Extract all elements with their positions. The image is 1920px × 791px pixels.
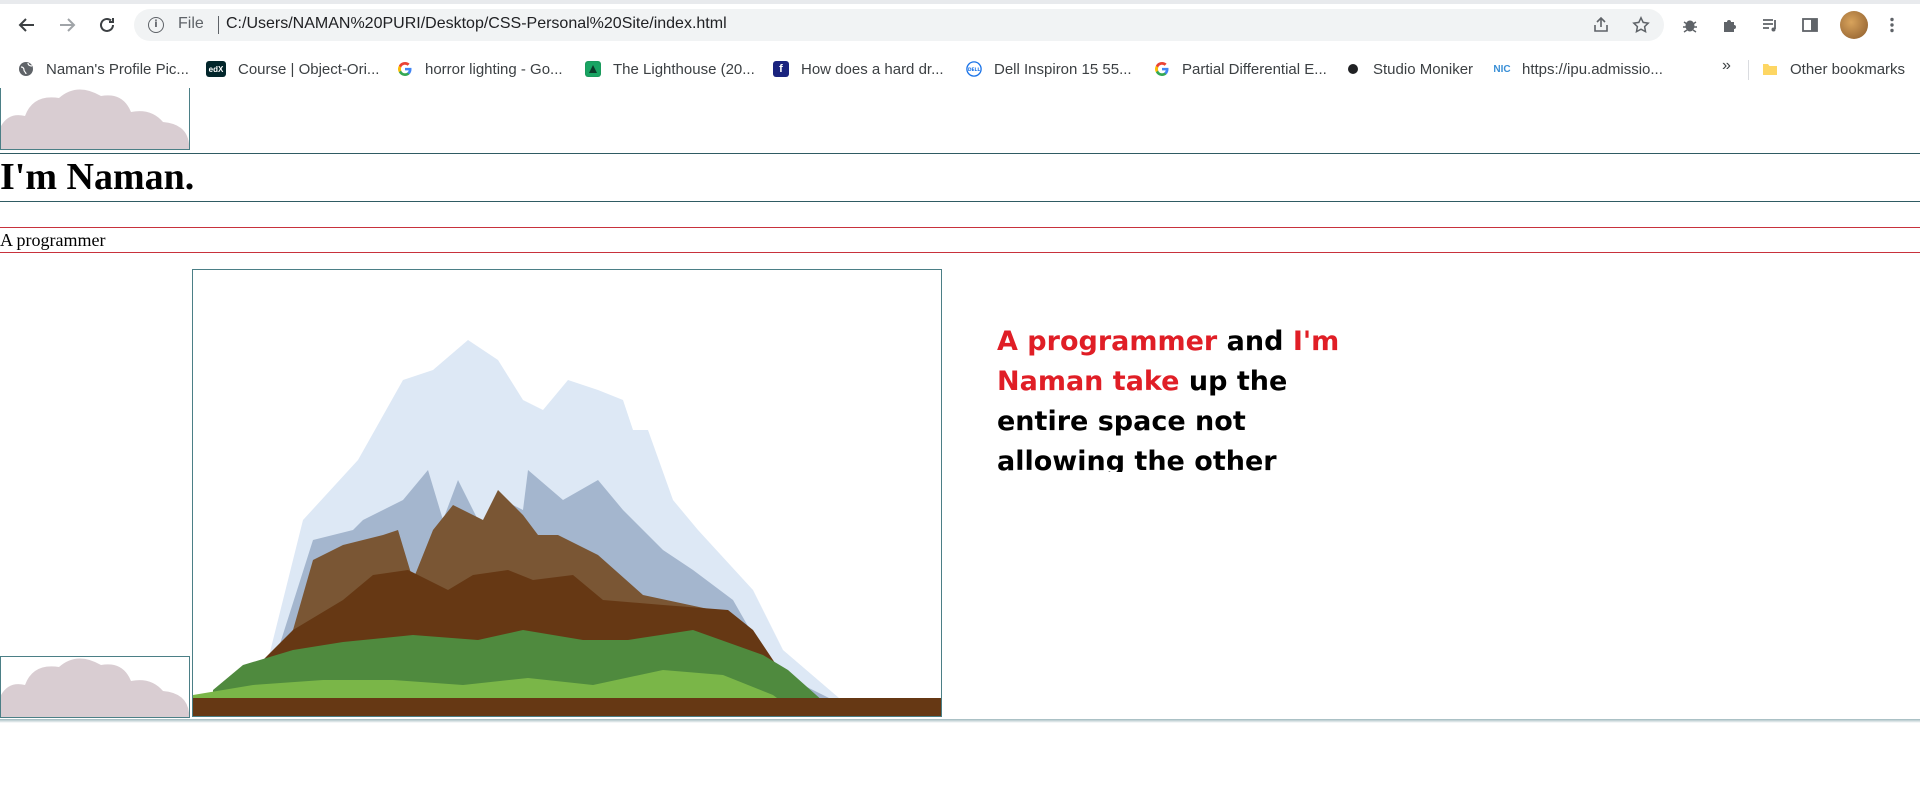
bookmark-item[interactable]: horror lighting - Go... xyxy=(397,58,563,80)
bookmark-item[interactable]: The Lighthouse (20... xyxy=(585,58,755,80)
heading-border xyxy=(0,153,1920,202)
info-icon[interactable]: i xyxy=(148,17,164,33)
bookmark-star-icon[interactable] xyxy=(1630,14,1652,36)
web-page: I'm Naman. A programmer A programmer and… xyxy=(0,88,1920,791)
address-bar[interactable]: i File C:/Users/NAMAN%20PURI/Desktop/CSS… xyxy=(134,9,1664,41)
dot-icon xyxy=(1345,61,1361,77)
bookmark-item[interactable]: f How does a hard dr... xyxy=(773,58,944,80)
bookmark-label: Partial Differential E... xyxy=(1182,60,1327,78)
paragraph-text: and xyxy=(1217,326,1293,357)
nic-icon: NIC xyxy=(1493,63,1511,75)
bookmark-label: Other bookmarks xyxy=(1790,60,1906,78)
forward-button[interactable] xyxy=(54,12,80,38)
bookmark-label: Dell Inspiron 15 55... xyxy=(994,60,1132,78)
site-icon: f xyxy=(773,61,789,77)
dell-icon: DELL xyxy=(966,61,982,77)
bookmarks-bar: Naman's Profile Pic... edX Course | Obje… xyxy=(0,50,1920,88)
other-bookmarks[interactable]: Other bookmarks xyxy=(1762,58,1905,80)
browser-toolbar: i File C:/Users/NAMAN%20PURI/Desktop/CSS… xyxy=(0,0,1920,50)
arrow-right-icon xyxy=(60,18,76,32)
arrow-left-icon xyxy=(18,18,34,32)
folder-icon xyxy=(1762,61,1778,77)
url-separator xyxy=(218,16,219,34)
mountain-image xyxy=(192,269,942,717)
bookmark-label: How does a hard dr... xyxy=(801,60,944,78)
highlight-text: A programmer xyxy=(997,326,1218,357)
share-icon[interactable] xyxy=(1590,14,1612,36)
side-panel-icon[interactable] xyxy=(1798,13,1822,37)
bookmark-item[interactable]: Partial Differential E... xyxy=(1154,58,1327,80)
kebab-menu-icon[interactable] xyxy=(1880,13,1904,37)
lighthouse-icon xyxy=(585,61,601,77)
url-text[interactable]: C:/Users/NAMAN%20PURI/Desktop/CSS-Person… xyxy=(226,15,727,33)
edx-icon: edX xyxy=(206,61,226,77)
page-title: I'm Naman. xyxy=(0,156,195,198)
bookmark-item[interactable]: DELL Dell Inspiron 15 55... xyxy=(966,58,1132,80)
back-button[interactable] xyxy=(14,12,40,38)
bookmark-label: The Lighthouse (20... xyxy=(613,60,755,78)
profile-avatar[interactable] xyxy=(1840,11,1868,39)
more-bookmarks-chevron-icon[interactable]: » xyxy=(1722,57,1731,75)
svg-text:DELL: DELL xyxy=(968,67,981,73)
bookmarks-separator xyxy=(1748,60,1749,80)
description-paragraph: A programmer and I'm Naman take up the e… xyxy=(997,322,1342,472)
bug-extension-icon[interactable] xyxy=(1678,13,1702,37)
reload-button[interactable] xyxy=(94,12,120,38)
media-queue-icon[interactable] xyxy=(1758,13,1782,37)
bookmark-label: horror lighting - Go... xyxy=(425,60,563,78)
tab-strip-edge xyxy=(0,0,1920,4)
extensions-puzzle-icon[interactable] xyxy=(1718,13,1742,37)
bookmark-label: https://ipu.admissio... xyxy=(1522,60,1663,78)
subheading-border xyxy=(0,227,1920,253)
bookmark-item[interactable]: Naman's Profile Pic... xyxy=(18,58,189,80)
google-icon xyxy=(397,61,413,77)
bookmark-label: Studio Moniker xyxy=(1373,60,1474,78)
reload-icon xyxy=(100,17,114,32)
globe-icon xyxy=(18,61,34,77)
bookmark-label: Naman's Profile Pic... xyxy=(46,60,189,78)
cloud-image-top xyxy=(0,88,190,150)
bookmark-item[interactable]: edX Course | Object-Ori... xyxy=(206,58,379,80)
cloud-image-bottom xyxy=(0,656,190,718)
page-bottom-border xyxy=(0,719,1920,723)
bookmark-label: Course | Object-Ori... xyxy=(238,60,380,78)
google-icon xyxy=(1154,61,1170,77)
bookmark-item[interactable]: NIC https://ipu.admissio... xyxy=(1493,58,1663,80)
url-scheme: File xyxy=(178,15,204,32)
page-subtitle: A programmer xyxy=(0,230,106,250)
bookmark-item[interactable]: Studio Moniker xyxy=(1345,58,1473,80)
